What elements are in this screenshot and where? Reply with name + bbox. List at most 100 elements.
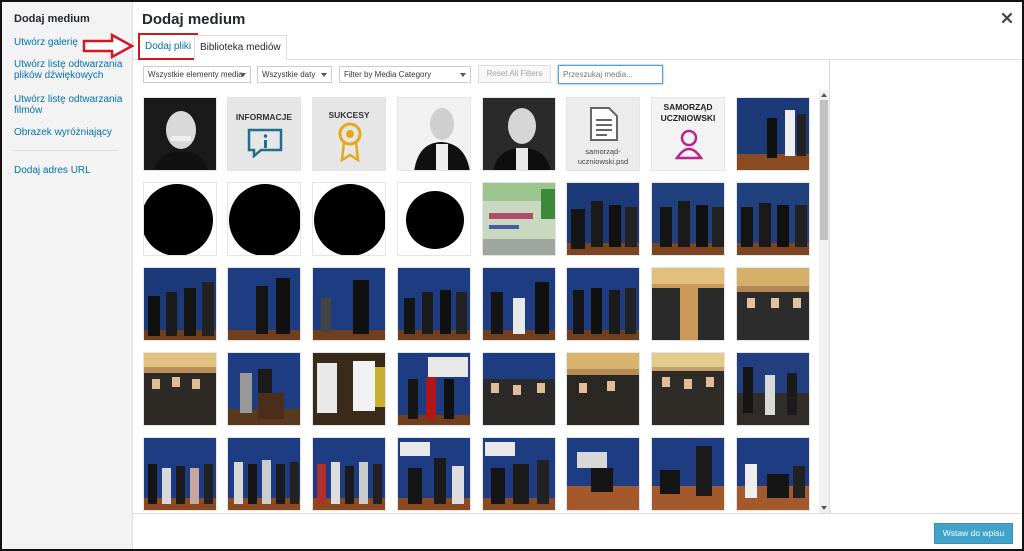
attachment-thumb[interactable] — [566, 267, 640, 341]
insert-into-post-button[interactable]: Wstaw do wpisu — [934, 523, 1013, 544]
audience-photo-icon — [483, 353, 555, 425]
audience-photo-icon — [567, 353, 639, 425]
attachment-thumb[interactable] — [651, 182, 725, 256]
attachment-thumb[interactable] — [143, 267, 217, 341]
stage-photo-icon — [737, 438, 809, 510]
attachment-thumb[interactable]: SUKCESY — [312, 97, 386, 171]
black-circle-icon — [144, 184, 213, 255]
attachment-thumb[interactable] — [482, 352, 556, 426]
event-photo-icon — [737, 98, 809, 170]
attachment-thumb[interactable] — [312, 437, 386, 511]
black-circle-icon — [406, 191, 464, 249]
event-photo-icon — [398, 438, 470, 510]
attachment-thumb[interactable] — [736, 182, 810, 256]
event-photo-icon — [398, 268, 470, 340]
attachment-thumb[interactable] — [397, 97, 471, 171]
audience-photo-icon — [144, 353, 216, 425]
search-input[interactable] — [558, 65, 663, 84]
black-circle-icon — [314, 184, 385, 255]
hall-photo-icon — [652, 268, 724, 340]
attachment-thumb[interactable] — [397, 267, 471, 341]
attachment-thumb[interactable] — [651, 352, 725, 426]
attachment-thumb[interactable] — [397, 182, 471, 256]
tab-upload-files[interactable]: Dodaj pliki — [138, 33, 199, 60]
attachment-thumb[interactable] — [736, 352, 810, 426]
attachment-thumb[interactable]: SAMORZĄD UCZNIOWSKI — [651, 97, 725, 171]
event-photo-icon — [567, 268, 639, 340]
tile-sukcesy-text: SUKCESY — [328, 110, 370, 120]
attachment-thumb[interactable] — [227, 267, 301, 341]
category-filter-select[interactable]: Filter by Media Category — [339, 66, 471, 83]
media-toolbar: Wszystkie elementy media Wszystkie daty … — [133, 60, 829, 90]
attachment-thumb[interactable] — [736, 437, 810, 511]
modal-title: Dodaj medium — [142, 11, 246, 28]
scroll-down-arrow-icon[interactable] — [821, 506, 827, 510]
speech-bubble-info-icon — [247, 128, 283, 158]
portrait-photo-icon — [483, 98, 555, 170]
portrait-photo-icon — [144, 98, 216, 170]
medal-icon — [338, 122, 362, 163]
stage-photo-icon — [567, 438, 639, 510]
attachment-thumb[interactable] — [651, 267, 725, 341]
event-photo-icon — [228, 353, 300, 425]
attachment-thumb[interactable] — [143, 97, 217, 171]
menu-insert-from-url[interactable]: Dodaj adres URL — [14, 165, 124, 176]
date-filter-select[interactable]: Wszystkie daty — [257, 66, 332, 83]
modal-footer: Wstaw do wpisu — [133, 513, 1022, 549]
type-filter-select[interactable]: Wszystkie elementy media — [143, 66, 251, 83]
attachments-grid: INFORMACJE SUKCESY samorząd-uczniowski.p… — [133, 90, 819, 513]
tile-uczniowski-text: UCZNIOWSKI — [660, 113, 716, 123]
menu-create-audio-playlist[interactable]: Utwórz listę odtwarzania plików dźwiękow… — [14, 59, 124, 81]
attachment-thumb[interactable] — [651, 437, 725, 511]
media-modal: Dodaj medium Utwórz galerię Utwórz listę… — [0, 0, 1024, 551]
event-photo-icon — [313, 438, 385, 510]
attachment-thumb[interactable] — [312, 352, 386, 426]
attachment-thumb[interactable] — [312, 182, 386, 256]
attachment-thumb[interactable] — [397, 437, 471, 511]
menu-create-video-playlist[interactable]: Utwórz listę odtwarzania filmów — [14, 94, 124, 116]
hall-photo-icon — [737, 268, 809, 340]
attachment-thumb[interactable] — [482, 97, 556, 171]
event-photo-icon — [567, 183, 639, 255]
stage-photo-icon — [313, 353, 385, 425]
event-photo-icon — [737, 183, 809, 255]
event-photo-icon — [313, 268, 385, 340]
attachment-thumb[interactable]: INFORMACJE — [227, 97, 301, 171]
attachment-thumb[interactable] — [482, 267, 556, 341]
attachment-thumb[interactable] — [227, 437, 301, 511]
portrait-photo-icon — [398, 98, 470, 170]
attachment-thumb[interactable] — [143, 182, 217, 256]
attachment-thumb[interactable] — [312, 267, 386, 341]
event-photo-icon — [398, 353, 470, 425]
attachment-thumb[interactable] — [566, 437, 640, 511]
black-circle-icon — [229, 184, 300, 255]
file-name-caption: samorząd-uczniowski.psd — [577, 147, 629, 166]
event-photo-icon — [652, 183, 724, 255]
attachment-thumb[interactable]: samorząd-uczniowski.psd — [566, 97, 640, 171]
grid-scrollbar[interactable] — [819, 90, 829, 513]
attachment-thumb[interactable] — [566, 182, 640, 256]
event-photo-icon — [483, 438, 555, 510]
attachment-thumb[interactable] — [566, 352, 640, 426]
attachment-thumb[interactable] — [736, 267, 810, 341]
scroll-up-arrow-icon[interactable] — [821, 93, 827, 97]
attachment-thumb[interactable] — [482, 182, 556, 256]
attachment-thumb[interactable] — [482, 437, 556, 511]
tile-samorzad-text: SAMORZĄD — [663, 102, 713, 112]
audience-photo-icon — [652, 353, 724, 425]
people-group-icon — [674, 129, 704, 160]
scrollbar-thumb[interactable] — [820, 100, 828, 240]
tab-media-library[interactable]: Biblioteka mediów — [194, 35, 287, 60]
close-icon[interactable] — [1000, 11, 1014, 25]
reset-filters-button[interactable]: Reset All Filters — [478, 65, 551, 83]
attachment-thumb[interactable] — [143, 352, 217, 426]
attachment-thumb[interactable] — [736, 97, 810, 171]
menu-featured-image[interactable]: Obrazek wyróżniający — [14, 127, 124, 138]
attachment-thumb[interactable] — [227, 182, 301, 256]
attachment-thumb[interactable] — [397, 352, 471, 426]
menu-heading: Dodaj medium — [14, 13, 90, 25]
attachment-thumb[interactable] — [143, 437, 217, 511]
event-photo-icon — [228, 438, 300, 510]
attachment-thumb[interactable] — [227, 352, 301, 426]
stage-photo-icon — [652, 438, 724, 510]
